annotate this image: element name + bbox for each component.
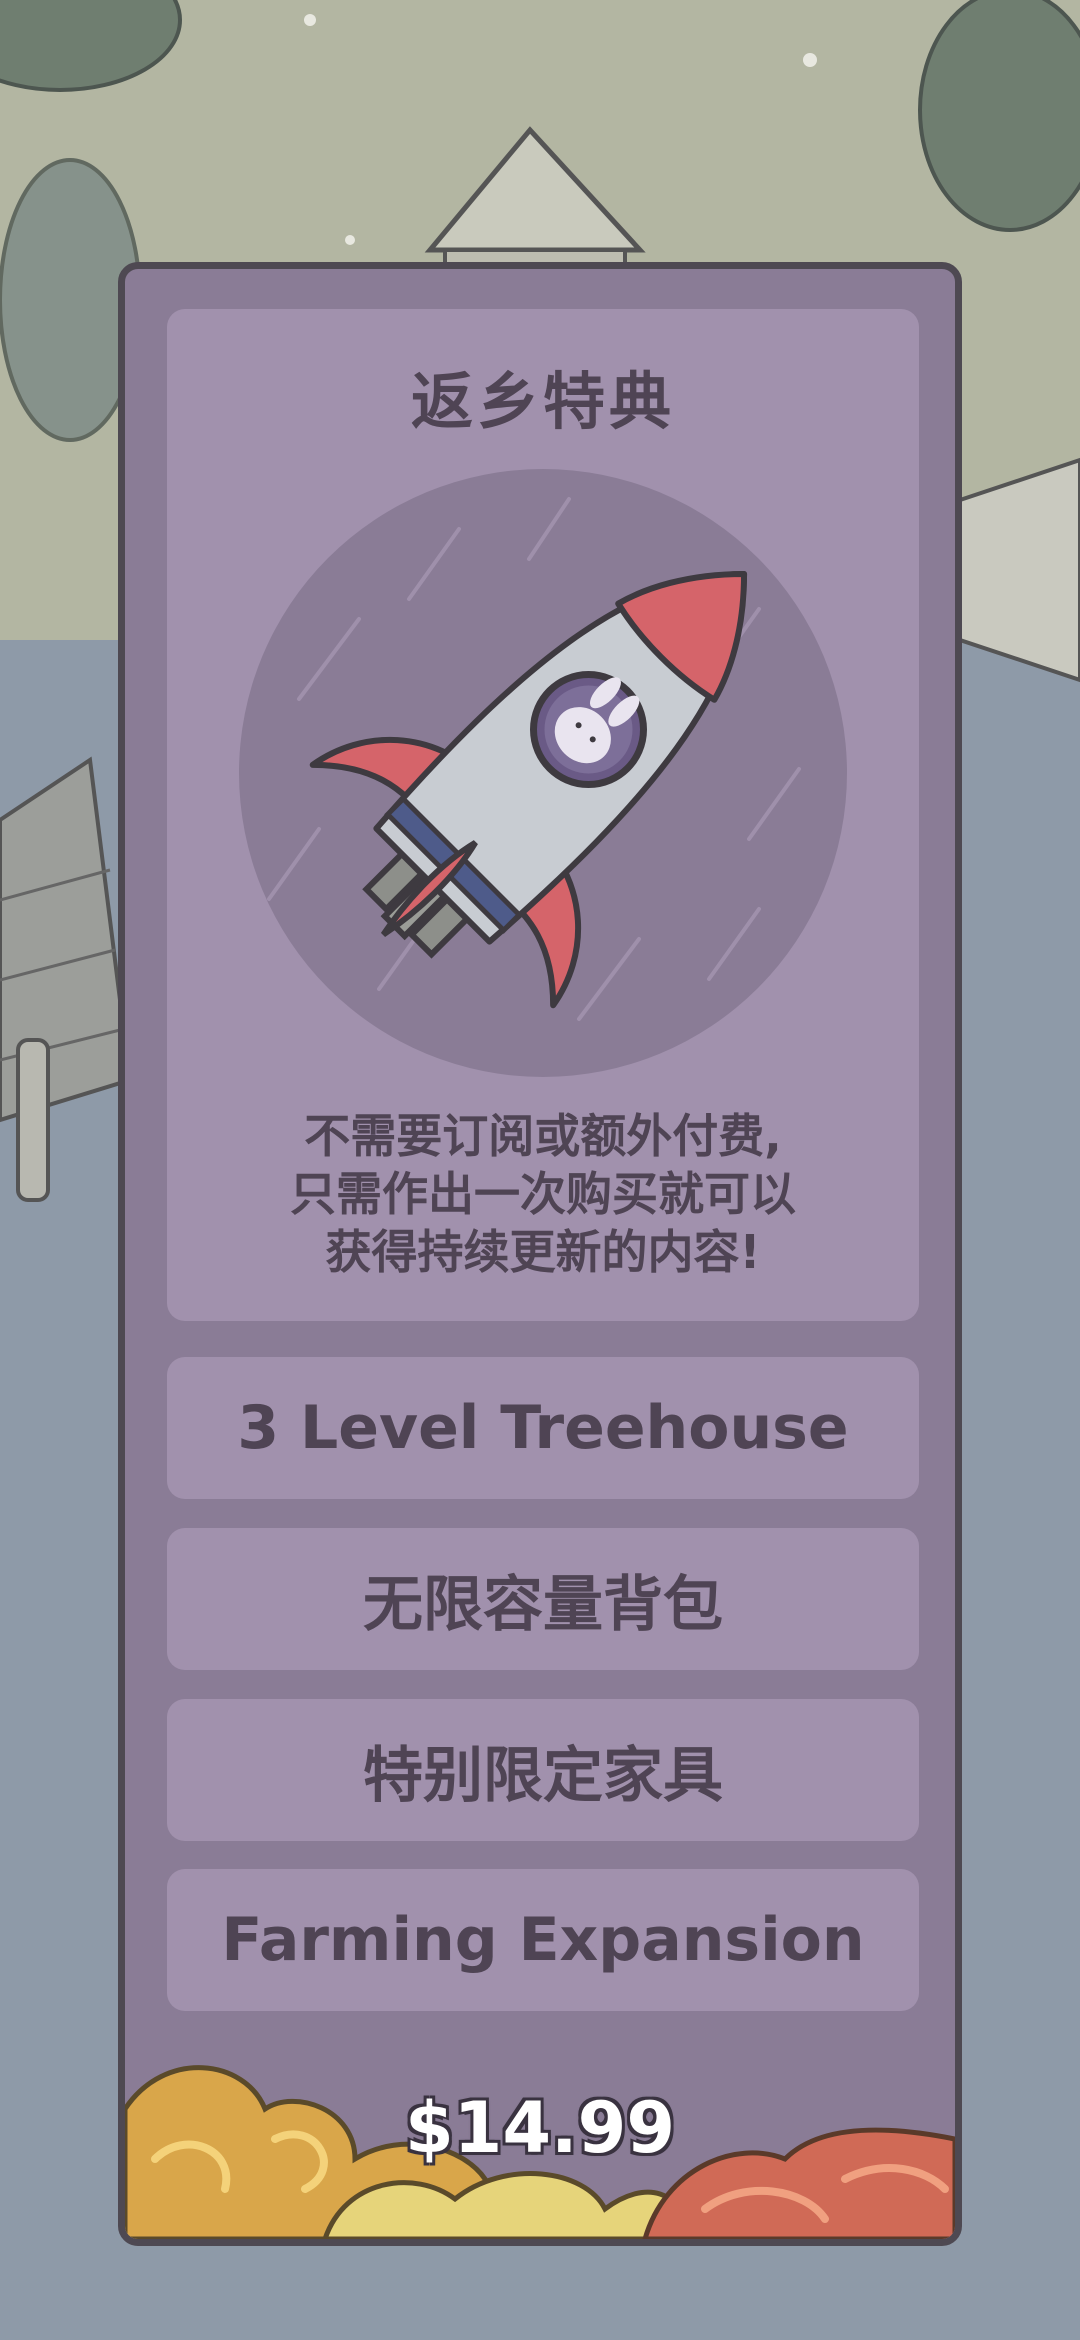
offer-title: 返乡特典: [410, 365, 675, 438]
feature-item-treehouse: 3 Level Treehouse: [167, 1357, 919, 1499]
offer-info-panel: 返乡特典 不需要订阅或额外付费, 只需作出一次购买就可以 获得持续更新的内容!: [167, 309, 919, 1321]
offer-dialog: 返乡特典 不需要订阅或额外付费, 只需作出一次购买就可以 获得持续更新的内容! …: [118, 262, 962, 2246]
feature-item-farming: Farming Expansion: [167, 1869, 919, 2011]
price-label[interactable]: $14.99: [125, 2087, 955, 2169]
feature-item-furniture: 特别限定家具: [167, 1699, 919, 1841]
game-scene: 返乡特典 不需要订阅或额外付费, 只需作出一次购买就可以 获得持续更新的内容! …: [0, 0, 1080, 2340]
offer-description: 不需要订阅或额外付费, 只需作出一次购买就可以 获得持续更新的内容!: [290, 1109, 796, 1279]
feature-item-backpack: 无限容量背包: [167, 1528, 919, 1670]
rocket-with-bunny-icon: [239, 469, 847, 1077]
